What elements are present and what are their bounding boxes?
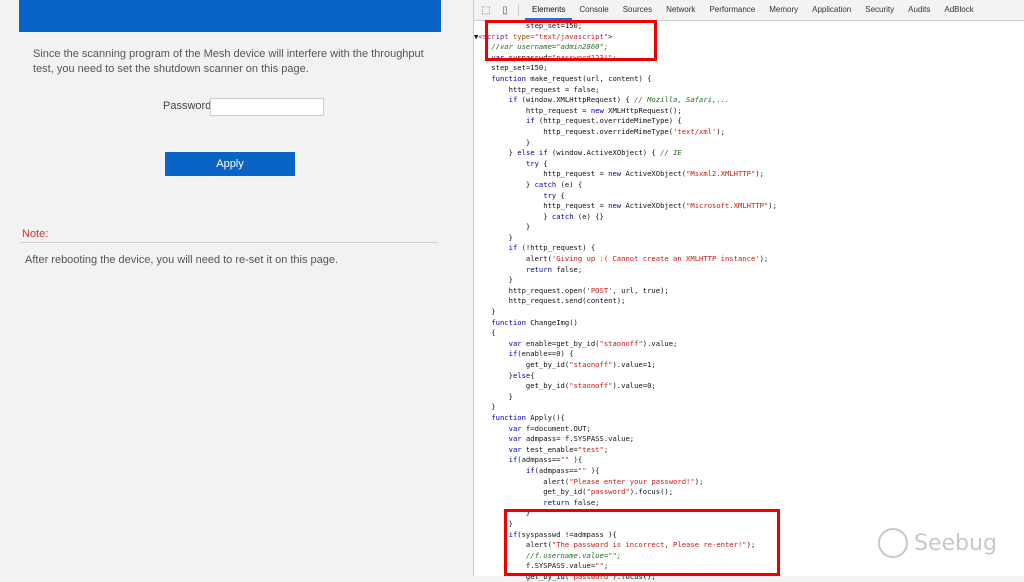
code-line: try { bbox=[525, 158, 548, 168]
code-line: if(admpass=="" ){ bbox=[508, 455, 583, 465]
code-line: } bbox=[474, 222, 531, 232]
code-line: if(admpass=="" ){ bbox=[525, 465, 600, 475]
code-line: http_request = new XMLHttpRequest(); bbox=[474, 105, 682, 115]
password-label: Password: bbox=[163, 100, 215, 112]
code-line: } bbox=[474, 307, 496, 317]
code-line: http_request.open('POST', url, true); bbox=[474, 285, 669, 295]
tab-network[interactable]: Network bbox=[659, 0, 702, 20]
inspect-icon[interactable]: ⬚ bbox=[479, 3, 493, 17]
code-line: http_request.send(content); bbox=[474, 296, 626, 306]
code-line: { bbox=[474, 328, 496, 338]
source-code-view[interactable]: step_set=150; ▼<script type="text/javascr… bbox=[474, 21, 1023, 582]
code-line: } catch (e) { bbox=[474, 179, 583, 189]
code-line: alert("Please enter your password!"); bbox=[474, 476, 704, 486]
code-line: if (http_request.overrideMimeType) { bbox=[525, 116, 682, 126]
tab-security[interactable]: Security bbox=[858, 0, 901, 20]
tab-performance[interactable]: Performance bbox=[702, 0, 762, 20]
code-line: return false; bbox=[543, 497, 600, 507]
tab-elements[interactable]: Elements bbox=[525, 0, 573, 20]
code-line: } bbox=[474, 275, 513, 285]
password-input[interactable] bbox=[210, 98, 324, 116]
watermark-text: Seebug bbox=[914, 530, 997, 556]
mesh-settings-panel: Since the scanning program of the Mesh d… bbox=[0, 0, 472, 576]
code-line: get_by_id("staonoff").value=0; bbox=[474, 381, 656, 391]
code-line: var enable=get_by_id("staonoff").value; bbox=[508, 338, 678, 348]
header-bar bbox=[19, 0, 441, 32]
code-line: if (window.XMLHttpRequest) { // Mozilla,… bbox=[508, 95, 730, 105]
code-line: try { bbox=[543, 190, 565, 200]
tab-sources[interactable]: Sources bbox=[616, 0, 659, 20]
code-line: http_request = new ActiveXObject("Micros… bbox=[474, 201, 777, 211]
code-line: function make_request(url, content) { bbox=[491, 73, 652, 83]
code-line: http_request = false; bbox=[474, 84, 600, 94]
code-line: var test_enable="test"; bbox=[508, 444, 609, 454]
code-line: } bbox=[474, 402, 496, 412]
code-line: } bbox=[474, 232, 513, 242]
note-divider bbox=[20, 242, 438, 243]
highlight-box-password-check bbox=[504, 509, 780, 576]
devtools-panel: ⬚ ▯ Elements Console Sources Network Per… bbox=[473, 0, 1024, 581]
device-toolbar-icon[interactable]: ▯ bbox=[498, 3, 512, 17]
code-line: http_request.overrideMimeType('text/xml'… bbox=[474, 126, 725, 136]
code-line: if(enable==0) { bbox=[508, 349, 574, 359]
code-line: get_by_id("staonoff").value=1; bbox=[474, 360, 656, 369]
code-line: } bbox=[474, 137, 531, 147]
tab-console[interactable]: Console bbox=[572, 0, 615, 20]
code-line: get_by_id("password").focus(); bbox=[474, 487, 674, 497]
code-line: step_set=150; bbox=[474, 63, 548, 73]
toolbar-divider bbox=[518, 4, 519, 16]
code-line: alert('Giving up :( Cannot create an XML… bbox=[474, 254, 769, 264]
description-text: Since the scanning program of the Mesh d… bbox=[33, 48, 424, 75]
code-line: } catch (e) {} bbox=[474, 211, 604, 221]
tab-adblock[interactable]: AdBlock bbox=[937, 0, 980, 20]
highlight-box-credentials bbox=[485, 20, 657, 61]
note-label: Note: bbox=[22, 228, 49, 240]
tab-application[interactable]: Application bbox=[805, 0, 858, 20]
devtools-tabbar: ⬚ ▯ Elements Console Sources Network Per… bbox=[474, 0, 1024, 21]
code-line: function ChangeImg() bbox=[491, 317, 578, 327]
tab-memory[interactable]: Memory bbox=[762, 0, 805, 20]
code-line: var admpass= f.SYSPASS.value; bbox=[508, 434, 635, 444]
code-line: http_request = new ActiveXObject("Msxml2… bbox=[474, 169, 764, 179]
code-line: return false; bbox=[525, 264, 583, 274]
apply-button[interactable]: Apply bbox=[165, 152, 295, 176]
code-line: }else{ bbox=[474, 370, 535, 380]
code-line: function Apply(){ bbox=[491, 412, 565, 422]
code-line: } else if (window.ActiveXObject) { // IE bbox=[474, 148, 682, 158]
note-text: After rebooting the device, you will nee… bbox=[25, 254, 339, 266]
code-line: } bbox=[474, 391, 513, 401]
seebug-watermark: Seebug bbox=[878, 528, 997, 558]
code-line: var f=document.OUT; bbox=[508, 423, 591, 433]
tab-audits[interactable]: Audits bbox=[901, 0, 937, 20]
seebug-logo-icon bbox=[878, 528, 908, 558]
code-line: if (!http_request) { bbox=[508, 243, 596, 253]
